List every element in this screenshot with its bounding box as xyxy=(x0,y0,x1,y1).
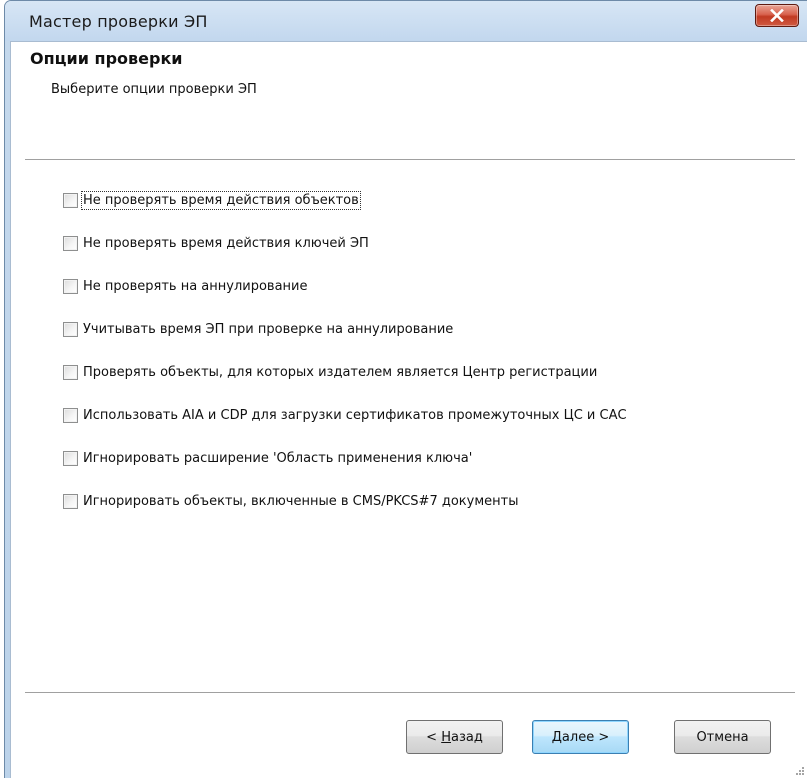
option-ignore-cms-objects[interactable]: Игнорировать объекты, включенные в CMS/P… xyxy=(63,490,518,512)
cancel-button[interactable]: Отмена xyxy=(674,720,771,754)
option-ignore-key-usage[interactable]: Игнорировать расширение 'Область примене… xyxy=(63,447,472,469)
checkbox[interactable] xyxy=(63,493,78,509)
checkbox[interactable] xyxy=(63,364,78,380)
back-button-label: азад xyxy=(450,729,483,745)
option-label: Использовать AIA и CDP для загрузки серт… xyxy=(83,407,627,423)
close-icon xyxy=(770,9,784,22)
checkbox[interactable] xyxy=(63,450,78,466)
checkbox[interactable] xyxy=(63,192,78,208)
back-button-mnemonic: Н xyxy=(441,729,451,745)
option-check-ra-issued[interactable]: Проверять объекты, для которых издателем… xyxy=(63,361,597,383)
option-skip-object-validity[interactable]: Не проверять время действия объектов xyxy=(63,189,361,211)
checkbox[interactable] xyxy=(63,235,78,251)
checkbox[interactable] xyxy=(63,407,78,423)
title-bar[interactable]: Мастер проверки ЭП xyxy=(5,1,807,41)
option-use-aia-cdp[interactable]: Использовать AIA и CDP для загрузки серт… xyxy=(63,404,627,426)
page-subtitle: Выберите опции проверки ЭП xyxy=(51,82,257,97)
wizard-window: Мастер проверки ЭП xyxy=(4,0,807,778)
option-label: Не проверять время действия объектов xyxy=(81,190,361,210)
back-button-prefix: < xyxy=(426,729,442,745)
resize-grip-icon[interactable] xyxy=(795,766,805,776)
next-button-mnemonic: Д xyxy=(551,729,562,745)
page-title: Опции проверки xyxy=(30,49,183,68)
checkbox[interactable] xyxy=(63,321,78,337)
next-button[interactable]: Далее > xyxy=(532,720,629,754)
next-button-label: алее > xyxy=(561,729,610,745)
option-label: Не проверять время действия ключей ЭП xyxy=(83,235,369,251)
close-button[interactable] xyxy=(755,4,799,27)
window-title: Мастер проверки ЭП xyxy=(29,12,208,31)
option-label: Игнорировать объекты, включенные в CMS/P… xyxy=(83,493,519,509)
cancel-button-label: Отмена xyxy=(696,729,749,745)
footer-divider xyxy=(25,692,795,694)
option-label: Учитывать время ЭП при проверке на аннул… xyxy=(83,321,454,337)
option-skip-revocation[interactable]: Не проверять на аннулирование xyxy=(63,275,308,297)
option-signature-time-revocation[interactable]: Учитывать время ЭП при проверке на аннул… xyxy=(63,318,453,340)
header-divider xyxy=(25,159,795,161)
option-label: Не проверять на аннулирование xyxy=(83,278,308,294)
option-label: Проверять объекты, для которых издателем… xyxy=(83,364,598,380)
option-label: Игнорировать расширение 'Область примене… xyxy=(83,450,473,466)
option-skip-key-validity[interactable]: Не проверять время действия ключей ЭП xyxy=(63,232,369,254)
back-button[interactable]: < Назад xyxy=(406,720,503,754)
checkbox[interactable] xyxy=(63,278,78,294)
